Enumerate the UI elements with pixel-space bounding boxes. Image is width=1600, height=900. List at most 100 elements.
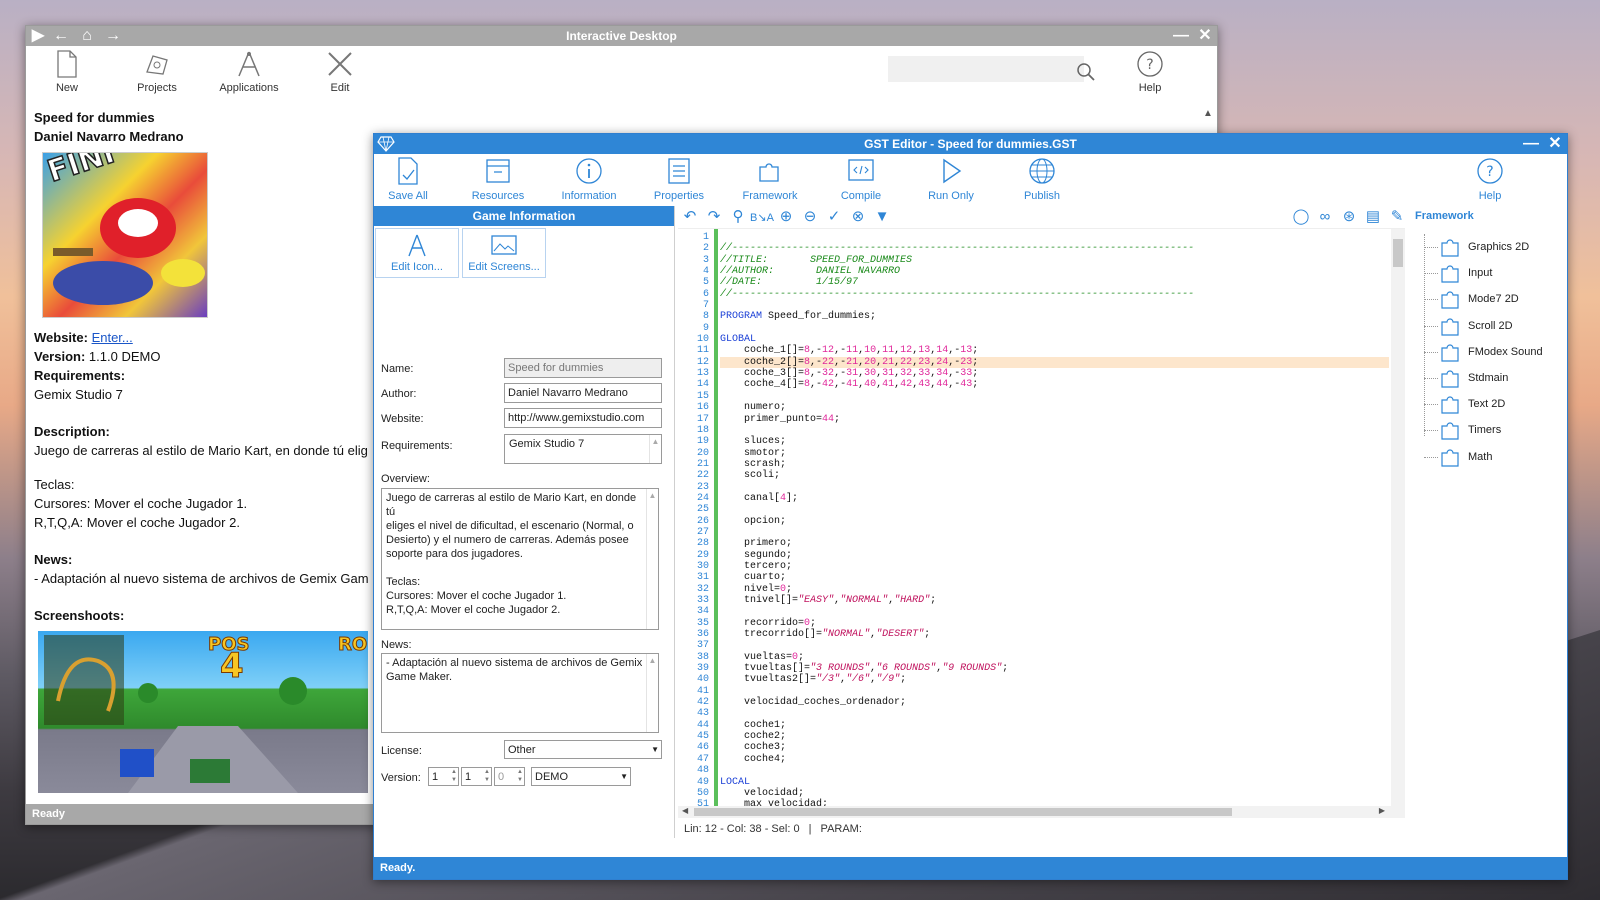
code-editor[interactable]: 1 2 3 4 5 6 7 8 9 10 11 12 13 14 15 16 17 18 19 20 21 22 23 24 2… (678, 228, 1405, 818)
edit-button[interactable]: Edit (305, 50, 375, 94)
run-only-button[interactable]: Run Only (911, 157, 991, 202)
version-minor-stepper[interactable]: 1 ▲ ▼ (461, 767, 492, 786)
version-patch-stepper[interactable]: 0 ▲ ▼ (494, 767, 525, 786)
forward-arrow-icon[interactable]: → (102, 26, 124, 46)
publish-button[interactable]: Publish (1002, 157, 1082, 202)
editor-vertical-scrollbar[interactable]: ▼ (1391, 229, 1405, 818)
filter-icon[interactable]: ▼ (870, 206, 894, 228)
framework-item[interactable]: Math (1424, 444, 1493, 470)
clear-icon[interactable]: ⊗ (846, 206, 870, 228)
overview-scrollbar[interactable]: ▲ (646, 489, 658, 629)
license-label: License: (381, 745, 422, 757)
redo-icon[interactable]: ↷ (702, 206, 726, 228)
desktop-help-button[interactable]: ? Help (1115, 50, 1185, 94)
code-area[interactable]: //--------------------------------------… (720, 232, 1389, 811)
line-number: 5 (702, 277, 709, 289)
requirements-field[interactable]: Gemix Studio 7 ▲▼ (504, 434, 662, 464)
framework-item[interactable]: Input (1424, 260, 1492, 286)
framework-item[interactable]: Text 2D (1424, 391, 1505, 417)
framework-item[interactable]: Scroll 2D (1424, 313, 1513, 339)
edit-icon-button[interactable]: Edit Icon... (375, 228, 459, 278)
scroll-left-icon[interactable]: ◀ (682, 806, 688, 815)
back-arrow-icon[interactable]: ← (50, 26, 72, 46)
overview-textarea[interactable]: Juego de carreras al estilo de Mario Kar… (381, 488, 659, 630)
framework-item[interactable]: Mode7 2D (1424, 286, 1519, 312)
glasses-icon[interactable]: ∞ (1313, 206, 1337, 228)
line-number: 15 (696, 390, 709, 402)
minimize-icon[interactable]: — (1171, 26, 1191, 46)
framework-item[interactable]: FModex Sound (1424, 339, 1543, 365)
framework-button[interactable]: Framework (730, 157, 810, 202)
code-line: GLOBAL (720, 334, 1389, 345)
framework-item-label: Math (1468, 450, 1493, 463)
editor-close-icon[interactable]: ✕ (1545, 134, 1565, 154)
code-token: 42 (900, 379, 913, 391)
scroll-right-icon[interactable]: ▶ (1379, 806, 1385, 815)
framework-item[interactable]: Graphics 2D (1424, 234, 1530, 260)
save-all-button[interactable]: Save All (374, 157, 448, 202)
close-icon[interactable]: ✕ (1195, 26, 1215, 46)
news-scrollbar[interactable]: ▲ (646, 654, 658, 732)
news-line: - Adaptación al nuevo sistema de archivo… (386, 657, 643, 669)
zoom-in-icon[interactable]: ⊕ (774, 206, 798, 228)
code-token: 22 (900, 356, 913, 368)
check-icon[interactable]: ✓ (822, 206, 846, 228)
code-line: primero; (720, 538, 1389, 549)
search-input[interactable] (888, 56, 1084, 82)
zoom-out-icon[interactable]: ⊖ (798, 206, 822, 228)
framework-item[interactable]: Stdmain (1424, 365, 1508, 391)
framework-panel-title: Framework (1415, 210, 1474, 222)
comment-icon[interactable]: ◯ (1289, 206, 1313, 228)
line-number: 6 (702, 288, 709, 300)
line-number-gutter: 1 2 3 4 5 6 7 8 9 10 11 12 13 14 15 16 17 18 19 20 21 22 23 24 2… (678, 229, 713, 818)
home-icon[interactable]: ⌂ (76, 26, 98, 46)
editor-help-button[interactable]: ? Help (1450, 157, 1530, 202)
layout-icon[interactable]: ▤ (1361, 206, 1385, 228)
undo-icon[interactable]: ↶ (678, 206, 702, 228)
name-field[interactable]: Speed for dummies (504, 358, 662, 378)
editor-help-label: Help (1478, 190, 1502, 202)
code-token: 30 (864, 368, 877, 380)
code-line: PROGRAM Speed_for_dummies; (720, 311, 1389, 322)
edit-screens-button[interactable]: Edit Screens... (462, 228, 546, 278)
stepper-arrows-icon: ▲ ▼ (484, 769, 490, 783)
website-field[interactable]: http://www.gemixstudio.com (504, 408, 662, 428)
news-textarea[interactable]: - Adaptación al nuevo sistema de archivo… (381, 653, 659, 733)
code-line: coche1; (720, 720, 1389, 731)
code-token: 20 (864, 356, 877, 368)
compile-button[interactable]: Compile (821, 157, 901, 202)
pencil-icon[interactable]: ✎ (1385, 206, 1409, 228)
code-token: ; (810, 617, 817, 629)
scroll-up-icon[interactable]: ▲ (1203, 108, 1215, 122)
find-icon[interactable]: ⚲ (726, 206, 750, 228)
framework-item[interactable]: Timers (1424, 417, 1501, 443)
horizontal-scroll-thumb[interactable] (694, 808, 1232, 816)
resources-icon (486, 159, 510, 183)
vertical-scroll-thumb[interactable] (1393, 239, 1403, 267)
information-button[interactable]: Information (549, 157, 629, 202)
hierarchy-icon[interactable]: ⊛ (1337, 206, 1361, 228)
editor-minimize-icon[interactable]: — (1521, 134, 1541, 154)
projects-button[interactable]: Projects (122, 50, 192, 94)
version-major-stepper[interactable]: 1 ▲ ▼ (428, 767, 459, 786)
new-button[interactable]: New (32, 50, 102, 94)
website-link[interactable]: Enter... (92, 330, 133, 345)
play-icon[interactable]: ▶ (28, 26, 48, 46)
version-stage-select[interactable]: DEMO ▼ (531, 767, 631, 786)
requirements-scrollbar[interactable]: ▲▼ (649, 435, 661, 463)
editor-horizontal-scrollbar[interactable]: ◀ ▶ (678, 806, 1405, 818)
resources-button[interactable]: Resources (458, 157, 538, 202)
author-field[interactable]: Daniel Navarro Medrano (504, 383, 662, 403)
code-token: ; (972, 379, 979, 391)
applications-button[interactable]: Applications (214, 50, 284, 94)
code-line: segundo; (720, 550, 1389, 561)
version-label: Version: (34, 349, 86, 364)
search-icon[interactable] (1076, 62, 1096, 82)
framework-item-label: Graphics 2D (1468, 241, 1530, 253)
replace-icon[interactable]: B↘A (750, 207, 774, 229)
license-select[interactable]: Other ▼ (504, 740, 662, 759)
game-screenshot: POS 4 RO (38, 631, 368, 793)
properties-button[interactable]: Properties (639, 157, 719, 202)
image-icon (491, 235, 517, 255)
chevron-down-icon: ▼ (620, 772, 628, 781)
